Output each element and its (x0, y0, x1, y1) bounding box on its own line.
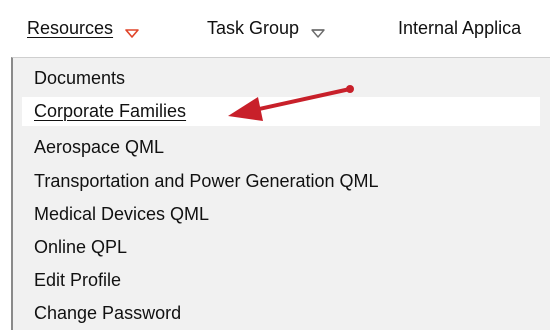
dropdown-item-documents[interactable]: Documents (22, 64, 540, 93)
dropdown-item-label: Medical Devices QML (34, 204, 210, 224)
dropdown-item-medical-devices-qml[interactable]: Medical Devices QML (22, 200, 540, 229)
dropdown-item-change-password[interactable]: Change Password (22, 299, 540, 328)
dropdown-item-label: Aerospace QML (34, 137, 165, 157)
dropdown-item-transportation-power-generation-qml[interactable]: Transportation and Power Generation QML (22, 167, 540, 196)
resources-dropdown-menu: Documents Corporate Families Aerospace Q… (11, 57, 550, 330)
dropdown-item-label: Corporate Families (34, 101, 187, 121)
menu-task-group-label: Task Group (207, 18, 300, 38)
menu-resources-label: Resources (27, 18, 114, 38)
menu-task-group[interactable]: Task Group (207, 0, 325, 56)
dropdown-item-corporate-families[interactable]: Corporate Families (22, 97, 540, 126)
menu-internal-applications[interactable]: Internal Applica (398, 0, 521, 56)
top-menu-bar: Resources Task Group Internal Applica (0, 0, 550, 56)
menu-internal-applications-label: Internal Applica (398, 18, 522, 38)
dropdown-item-label: Online QPL (34, 237, 128, 257)
dropdown-item-label: Edit Profile (34, 270, 122, 290)
dropdown-item-aerospace-qml[interactable]: Aerospace QML (22, 133, 540, 162)
dropdown-item-edit-profile[interactable]: Edit Profile (22, 266, 540, 295)
menu-resources[interactable]: Resources (27, 0, 139, 56)
caret-down-icon (125, 23, 139, 38)
dropdown-item-label: Change Password (34, 303, 182, 323)
dropdown-item-label: Transportation and Power Generation QML (34, 171, 379, 191)
app-screen: Resources Task Group Internal Applica Do… (0, 0, 550, 330)
dropdown-item-online-qpl[interactable]: Online QPL (22, 233, 540, 262)
caret-down-icon (311, 23, 325, 38)
dropdown-item-label: Documents (34, 68, 126, 88)
